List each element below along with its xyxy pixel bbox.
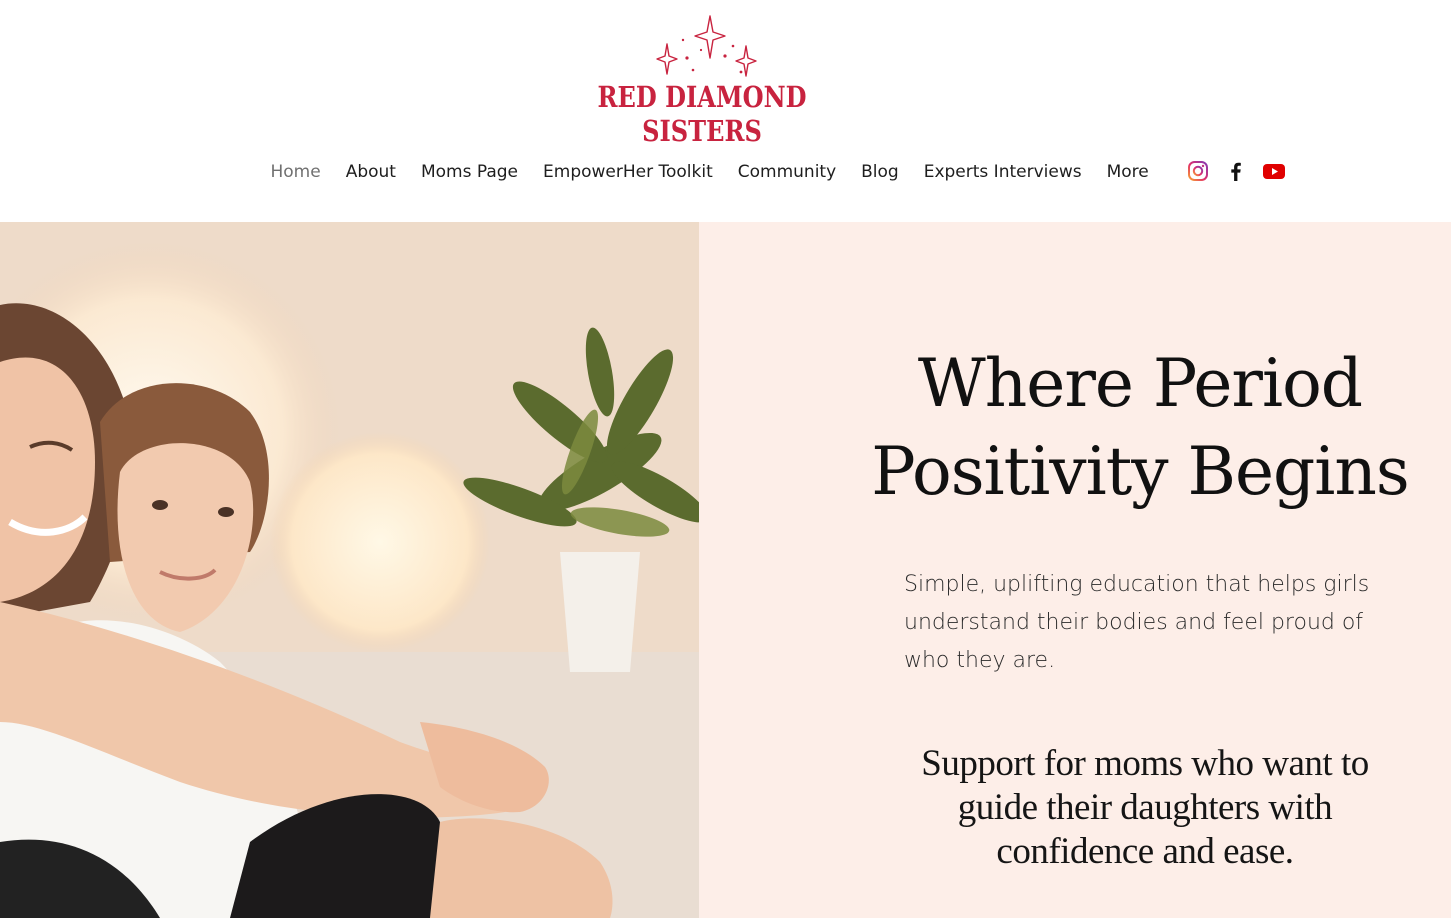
hero-photo [0,222,699,918]
headline-line-1: Where Period [917,345,1363,422]
social-bar [1186,159,1286,183]
sparkles-icon [656,15,757,77]
nav-community[interactable]: Community [725,162,848,182]
nav-more[interactable]: More [1094,162,1161,182]
brand-name: RED DIAMOND SISTERS [597,80,807,148]
hero-lead-text: Simple, uplifting education that helps g… [904,572,1370,673]
nav-moms-page[interactable]: Moms Page [408,162,530,182]
hero-support-text: Support for moms who want to guide their… [921,743,1369,872]
brand-logo[interactable]: RED DIAMOND SISTERS [555,10,855,148]
nav-experts-interviews[interactable]: Experts Interviews [911,162,1094,182]
main-nav: Home About Moms Page EmpowerHer Toolkit … [258,156,1161,188]
mother-daughter-image [0,222,699,918]
nav-empowerher-toolkit[interactable]: EmpowerHer Toolkit [531,162,726,182]
facebook-icon[interactable] [1224,159,1248,183]
nav-about[interactable]: About [333,162,408,182]
headline-line-2: Positivity Begins [871,433,1410,510]
hero-headline: Where Period Positivity Begins [860,340,1420,516]
site-header: RED DIAMOND SISTERS Home About Moms Page… [0,0,1451,222]
nav-home[interactable]: Home [258,162,333,182]
nav-blog[interactable]: Blog [849,162,912,182]
youtube-icon[interactable] [1262,159,1286,183]
instagram-icon[interactable] [1186,159,1210,183]
